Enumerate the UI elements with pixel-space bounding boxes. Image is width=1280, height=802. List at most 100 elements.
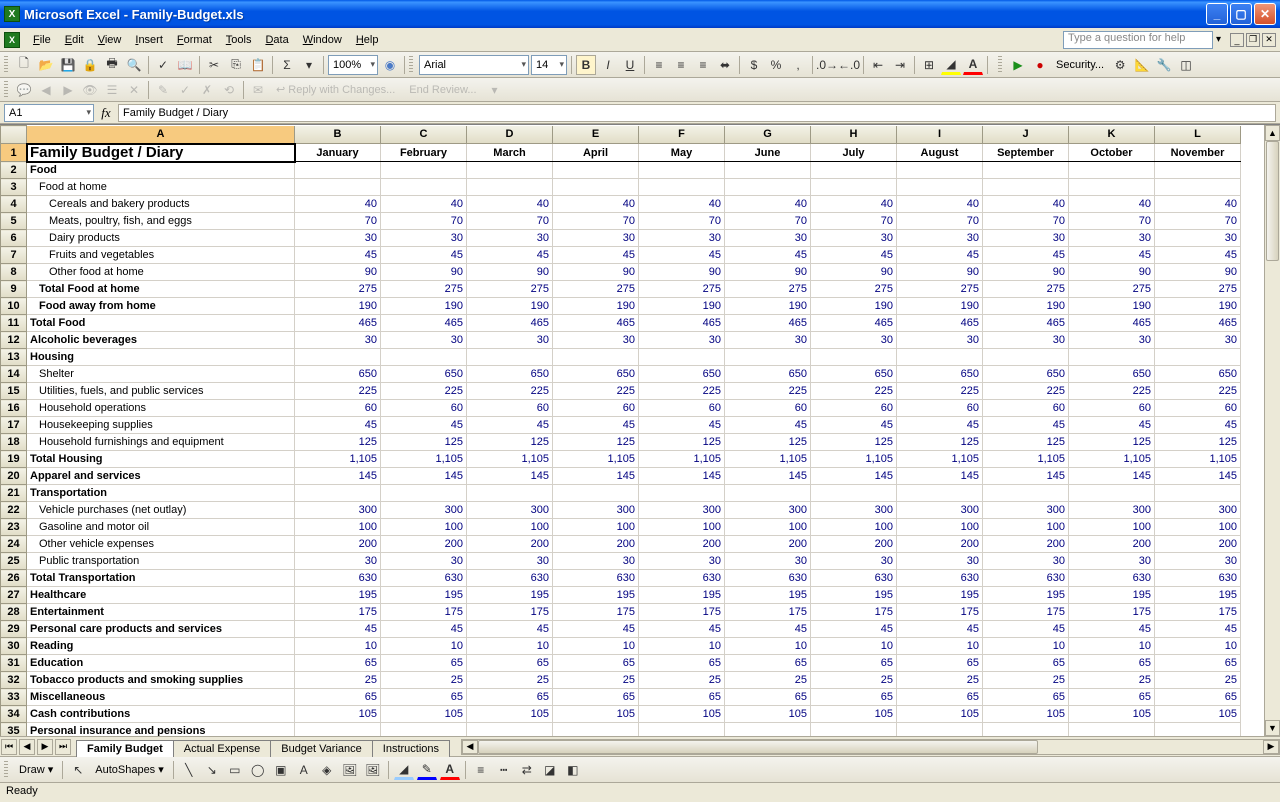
cell-B6[interactable]: 30: [295, 230, 381, 247]
cell-L15[interactable]: 225: [1155, 383, 1241, 400]
cell-A35[interactable]: Personal insurance and pensions: [27, 723, 295, 737]
row-header-24[interactable]: 24: [1, 536, 27, 553]
cell-C34[interactable]: 105: [381, 706, 467, 723]
cell-L18[interactable]: 125: [1155, 434, 1241, 451]
cell-F11[interactable]: 465: [639, 315, 725, 332]
cell-A2[interactable]: Food: [27, 162, 295, 179]
cell-D23[interactable]: 100: [467, 519, 553, 536]
cell-A9[interactable]: Total Food at home: [27, 281, 295, 298]
arrow-icon[interactable]: ↘: [202, 760, 222, 780]
cell-K23[interactable]: 100: [1069, 519, 1155, 536]
cell-D35[interactable]: [467, 723, 553, 737]
cell-G32[interactable]: 25: [725, 672, 811, 689]
cell-I22[interactable]: 300: [897, 502, 983, 519]
col-header-A[interactable]: A: [27, 126, 295, 144]
cell-D15[interactable]: 225: [467, 383, 553, 400]
cell-D20[interactable]: 145: [467, 468, 553, 485]
decrease-decimal-icon[interactable]: ←.0: [839, 55, 859, 75]
row-header-2[interactable]: 2: [1, 162, 27, 179]
cell-D31[interactable]: 65: [467, 655, 553, 672]
cell-H5[interactable]: 70: [811, 213, 897, 230]
cell-J24[interactable]: 200: [983, 536, 1069, 553]
macro-play-icon[interactable]: ▶: [1008, 55, 1028, 75]
fill-color-draw-icon[interactable]: ◢: [394, 760, 414, 780]
percent-icon[interactable]: %: [766, 55, 786, 75]
cell-F18[interactable]: 125: [639, 434, 725, 451]
cell-K26[interactable]: 630: [1069, 570, 1155, 587]
cell-E23[interactable]: 100: [553, 519, 639, 536]
scroll-up-icon[interactable]: ▲: [1265, 125, 1280, 141]
align-left-icon[interactable]: ≡: [649, 55, 669, 75]
cell-C15[interactable]: 225: [381, 383, 467, 400]
cell-I15[interactable]: 225: [897, 383, 983, 400]
cell-I19[interactable]: 1,105: [897, 451, 983, 468]
bold-button[interactable]: B: [576, 55, 596, 75]
cell-H4[interactable]: 40: [811, 196, 897, 213]
cell-C8[interactable]: 90: [381, 264, 467, 281]
cell-B25[interactable]: 30: [295, 553, 381, 570]
cell-A22[interactable]: Vehicle purchases (net outlay): [27, 502, 295, 519]
ink-icon[interactable]: ✎: [153, 80, 173, 100]
cell-B7[interactable]: 45: [295, 247, 381, 264]
oval-icon[interactable]: ◯: [248, 760, 268, 780]
row-header-30[interactable]: 30: [1, 638, 27, 655]
autosum-icon[interactable]: Σ: [277, 55, 297, 75]
cell-G17[interactable]: 45: [725, 417, 811, 434]
cell-B13[interactable]: [295, 349, 381, 366]
row-header-29[interactable]: 29: [1, 621, 27, 638]
cell-K22[interactable]: 300: [1069, 502, 1155, 519]
cell-L10[interactable]: 190: [1155, 298, 1241, 315]
cell-E4[interactable]: 40: [553, 196, 639, 213]
cell-F14[interactable]: 650: [639, 366, 725, 383]
row-header-7[interactable]: 7: [1, 247, 27, 264]
research-icon[interactable]: 📖: [175, 55, 195, 75]
cell-B31[interactable]: 65: [295, 655, 381, 672]
cell-K30[interactable]: 10: [1069, 638, 1155, 655]
cell-I3[interactable]: [897, 179, 983, 196]
cell-A12[interactable]: Alcoholic beverages: [27, 332, 295, 349]
cell-I34[interactable]: 105: [897, 706, 983, 723]
cell-F24[interactable]: 200: [639, 536, 725, 553]
cell-F5[interactable]: 70: [639, 213, 725, 230]
cell-C28[interactable]: 175: [381, 604, 467, 621]
cell-K12[interactable]: 30: [1069, 332, 1155, 349]
cell-H25[interactable]: 30: [811, 553, 897, 570]
cell-H28[interactable]: 175: [811, 604, 897, 621]
row-header-27[interactable]: 27: [1, 587, 27, 604]
cell-F3[interactable]: [639, 179, 725, 196]
sheet-tab-instructions[interactable]: Instructions: [372, 740, 450, 757]
cell-L28[interactable]: 175: [1155, 604, 1241, 621]
cell-D30[interactable]: 10: [467, 638, 553, 655]
cell-F32[interactable]: 25: [639, 672, 725, 689]
cell-E35[interactable]: [553, 723, 639, 737]
cell-B26[interactable]: 630: [295, 570, 381, 587]
cell-J32[interactable]: 25: [983, 672, 1069, 689]
spreadsheet-grid[interactable]: ABCDEFGHIJKL1Family Budget / DiaryJanuar…: [0, 125, 1241, 736]
cell-A15[interactable]: Utilities, fuels, and public services: [27, 383, 295, 400]
cell-K7[interactable]: 45: [1069, 247, 1155, 264]
cell-F10[interactable]: 190: [639, 298, 725, 315]
cell-H33[interactable]: 65: [811, 689, 897, 706]
delete-comment-icon[interactable]: ✕: [124, 80, 144, 100]
mail-icon[interactable]: ✉: [248, 80, 268, 100]
cell-E18[interactable]: 125: [553, 434, 639, 451]
cell-C32[interactable]: 25: [381, 672, 467, 689]
cell-C26[interactable]: 630: [381, 570, 467, 587]
cell-C19[interactable]: 1,105: [381, 451, 467, 468]
row-header-15[interactable]: 15: [1, 383, 27, 400]
cell-J35[interactable]: [983, 723, 1069, 737]
cell-B16[interactable]: 60: [295, 400, 381, 417]
cell-H15[interactable]: 225: [811, 383, 897, 400]
scroll-down-icon[interactable]: ▼: [1265, 720, 1280, 736]
cell-L6[interactable]: 30: [1155, 230, 1241, 247]
row-header-17[interactable]: 17: [1, 417, 27, 434]
row-header-19[interactable]: 19: [1, 451, 27, 468]
cell-I1[interactable]: August: [897, 144, 983, 162]
cell-F9[interactable]: 275: [639, 281, 725, 298]
cell-K4[interactable]: 40: [1069, 196, 1155, 213]
toolbar-options-icon[interactable]: ▾: [485, 80, 505, 100]
col-header-D[interactable]: D: [467, 126, 553, 144]
cell-A26[interactable]: Total Transportation: [27, 570, 295, 587]
cell-F12[interactable]: 30: [639, 332, 725, 349]
cell-H26[interactable]: 630: [811, 570, 897, 587]
